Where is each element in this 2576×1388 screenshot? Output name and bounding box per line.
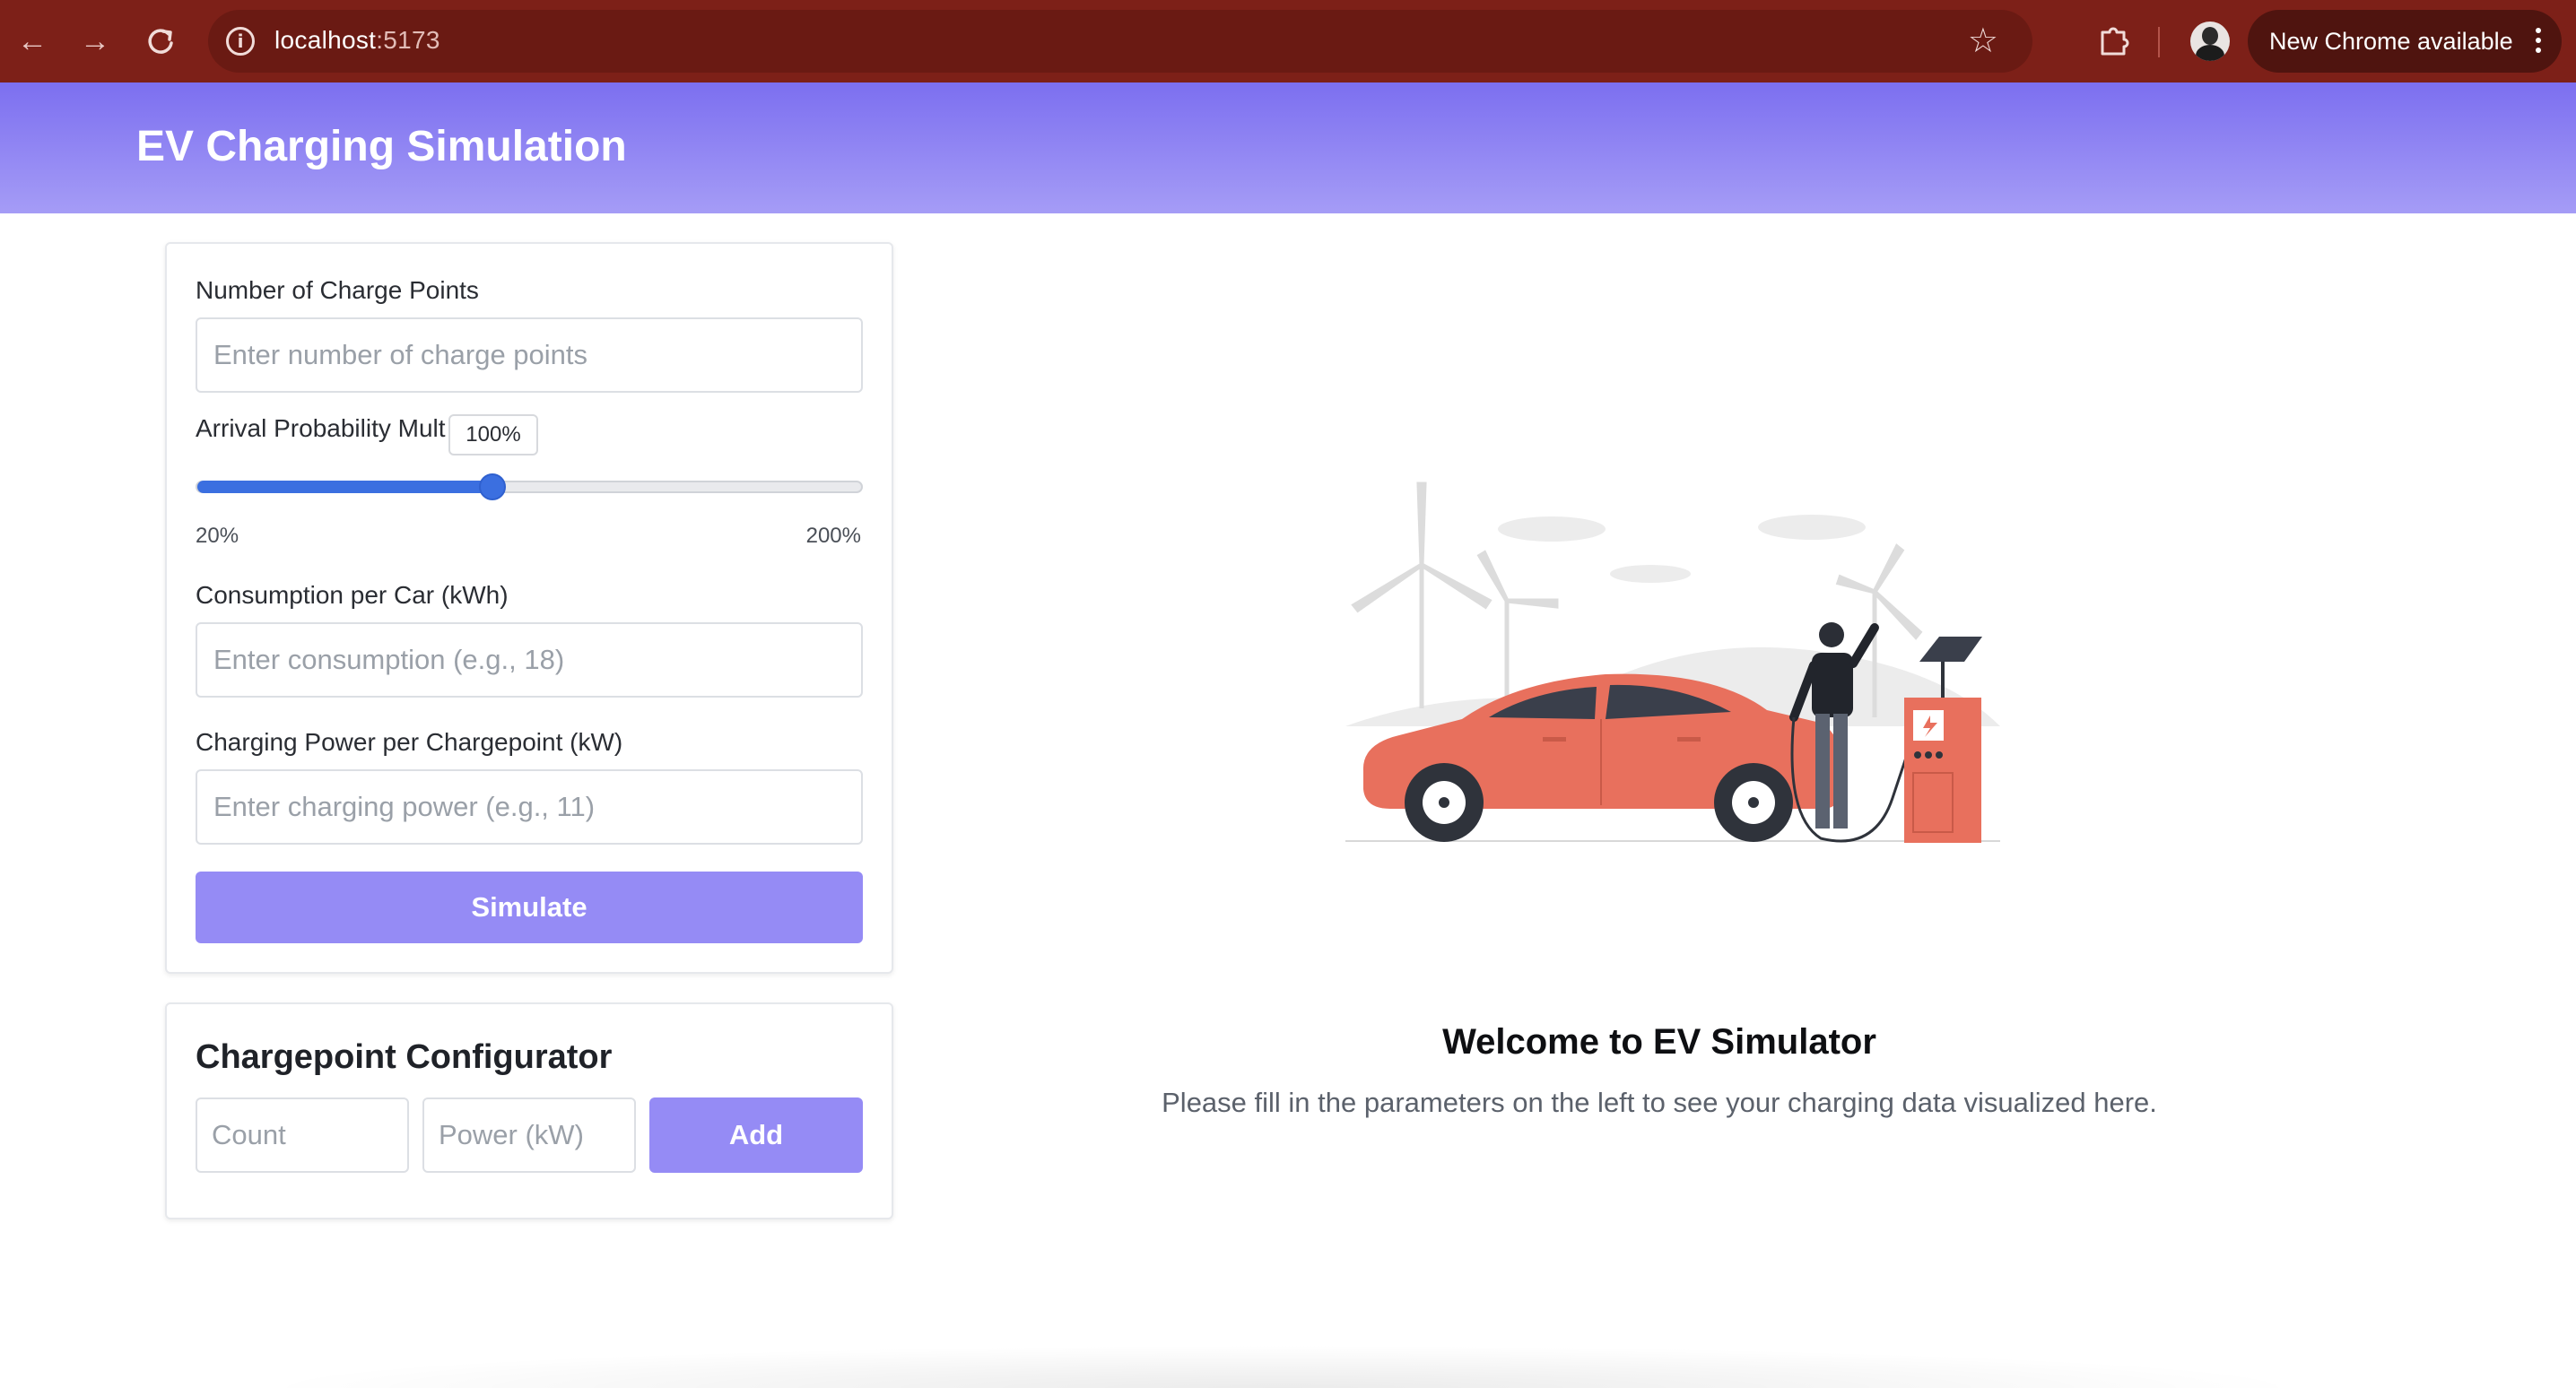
url-text: localhost:5173	[274, 26, 440, 54]
slider-min-label: 20%	[196, 524, 239, 548]
update-chrome-button[interactable]: New Chrome available	[2248, 10, 2562, 73]
charging-power-label: Charging Power per Chargepoint (kW)	[196, 728, 623, 756]
site-info-icon[interactable]: i	[226, 27, 255, 56]
power-input[interactable]	[422, 1097, 636, 1173]
simulation-form-card: Number of Charge Points Arrival Probabil…	[165, 242, 893, 974]
slider-max-label: 200%	[805, 524, 861, 548]
charge-points-label: Number of Charge Points	[196, 276, 479, 304]
reload-icon[interactable]	[142, 22, 181, 61]
arrival-probability-label-wrap: Arrival Probability Multiplier	[196, 414, 447, 450]
configurator-title: Chargepoint Configurator	[196, 1038, 613, 1076]
bottom-shadow	[251, 1345, 2314, 1388]
ev-charging-illustration	[1336, 475, 2018, 861]
chargepoint-configurator-card: Chargepoint Configurator Add	[165, 1002, 893, 1219]
simulate-button[interactable]: Simulate	[196, 872, 863, 943]
bookmark-star-icon[interactable]: ☆	[1968, 21, 1998, 60]
back-arrow-icon[interactable]: ←	[13, 22, 52, 61]
welcome-title: Welcome to EV Simulator	[1442, 1022, 1876, 1062]
more-menu-icon[interactable]	[2535, 28, 2542, 56]
arrival-probability-value: 100%	[448, 414, 538, 455]
slider-thumb[interactable]	[478, 473, 506, 500]
add-button[interactable]: Add	[649, 1097, 863, 1173]
slider-fill	[197, 481, 492, 493]
app-header: EV Charging Simulation	[0, 82, 2576, 213]
forward-arrow-icon[interactable]: →	[75, 22, 115, 61]
extensions-icon[interactable]	[2095, 22, 2131, 57]
arrival-probability-label: Arrival Probability Multiplier	[196, 414, 447, 442]
toolbar-divider	[2158, 27, 2160, 57]
profile-avatar[interactable]	[2190, 22, 2230, 61]
page-title: EV Charging Simulation	[136, 123, 627, 170]
charging-power-input[interactable]	[196, 769, 863, 845]
update-chrome-label: New Chrome available	[2269, 28, 2513, 55]
consumption-input[interactable]	[196, 622, 863, 698]
consumption-label: Consumption per Car (kWh)	[196, 581, 509, 609]
arrival-probability-slider[interactable]	[196, 473, 863, 500]
address-bar[interactable]: i localhost:5173 ☆	[208, 10, 2032, 73]
welcome-text: Please fill in the parameters on the lef…	[1162, 1087, 2157, 1118]
count-input[interactable]	[196, 1097, 409, 1173]
browser-toolbar: ← → i localhost:5173 ☆ New Chrome availa…	[0, 0, 2576, 82]
charge-points-input[interactable]	[196, 317, 863, 393]
